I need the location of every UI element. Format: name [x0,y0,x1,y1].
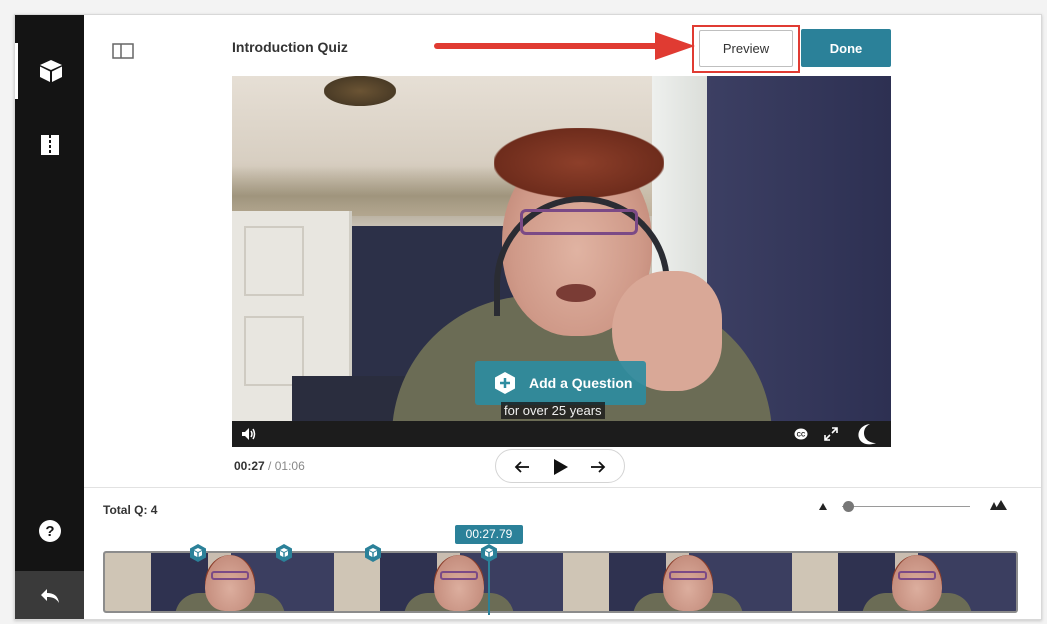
frame-glasses [211,571,249,580]
zoom-control [818,499,1008,515]
filmstrip-frame [105,553,334,611]
arrow-left-icon [514,461,529,473]
duration: 01:06 [274,459,305,473]
back-button[interactable] [15,571,84,619]
screenshot-frame: ? Introduction Quiz Preview Done Add a Q… [0,0,1047,624]
sidebar-item-chapters[interactable] [15,117,84,173]
sidebar-item-help[interactable]: ? [15,503,84,559]
video-frame-ceiling-light [324,76,396,106]
filmstrip-frame [563,553,792,611]
filmstrip-frame [792,553,1016,611]
timeline-filmstrip[interactable] [103,551,1018,613]
chapters-icon [40,135,59,155]
quiz-editor-window: ? Introduction Quiz Preview Done Add a Q… [14,14,1042,620]
current-time: 00:27 [234,459,265,473]
add-question-label: Add a Question [529,375,633,391]
done-button[interactable]: Done [801,29,891,67]
closed-captions-icon[interactable]: CC [792,425,810,443]
panel-toggle-icon[interactable] [112,43,134,59]
playhead-time-label: 00:27.79 [455,525,523,544]
back-arrow-icon [40,589,59,603]
frame-face [434,555,484,611]
frame-face [892,555,942,611]
video-player[interactable]: Add a Question for over 25 years CC [232,76,891,447]
preview-button[interactable]: Preview [699,30,793,67]
zoom-slider-track[interactable] [842,506,970,507]
time-display: 00:27 / 01:06 [234,459,305,473]
frame-glasses [669,571,707,580]
page-title: Introduction Quiz [232,39,348,55]
total-questions: Total Q: 4 [103,503,158,517]
kaltura-logo-icon [852,422,880,446]
question-marker-2[interactable] [275,543,293,563]
cube-icon [40,60,62,82]
timeline-divider [84,487,1041,488]
svg-text:?: ? [45,523,54,540]
question-marker-1[interactable] [189,543,207,563]
video-control-bar: CC [232,421,891,447]
previous-button[interactable] [512,457,532,477]
question-cube-icon [481,544,497,562]
sidebar: ? [15,15,84,619]
frame-face [205,555,255,611]
arrow-right-icon [591,461,606,473]
question-cube-icon [276,544,292,562]
video-frame-glasses [520,209,638,235]
volume-icon[interactable] [240,425,258,443]
zoom-in-icon[interactable] [988,499,1008,511]
fullscreen-icon[interactable] [822,425,840,443]
play-button[interactable] [551,457,571,477]
next-button[interactable] [588,457,608,477]
question-marker-4[interactable] [480,543,498,563]
video-caption: for over 25 years [501,402,605,419]
video-frame-mouth [556,284,596,302]
frame-glasses [898,571,936,580]
help-icon: ? [38,520,61,542]
svg-text:CC: CC [797,433,806,439]
video-frame-person-hair [494,128,664,198]
frame-glasses [440,571,478,580]
time-separator: / [268,459,272,473]
question-cube-icon [365,544,381,562]
add-hexagon-icon [495,372,515,394]
frame-face [663,555,713,611]
annotation-arrow [434,32,695,60]
sidebar-item-quiz[interactable] [15,43,84,99]
play-icon [554,459,568,475]
add-question-button[interactable]: Add a Question [475,361,646,405]
question-cube-icon [190,544,206,562]
video-frame-door-panel [244,226,304,296]
question-marker-3[interactable] [364,543,382,563]
playback-navigation [495,449,625,483]
playhead-line[interactable] [488,555,490,615]
zoom-slider-thumb[interactable] [843,501,855,512]
zoom-out-icon[interactable] [818,502,828,511]
